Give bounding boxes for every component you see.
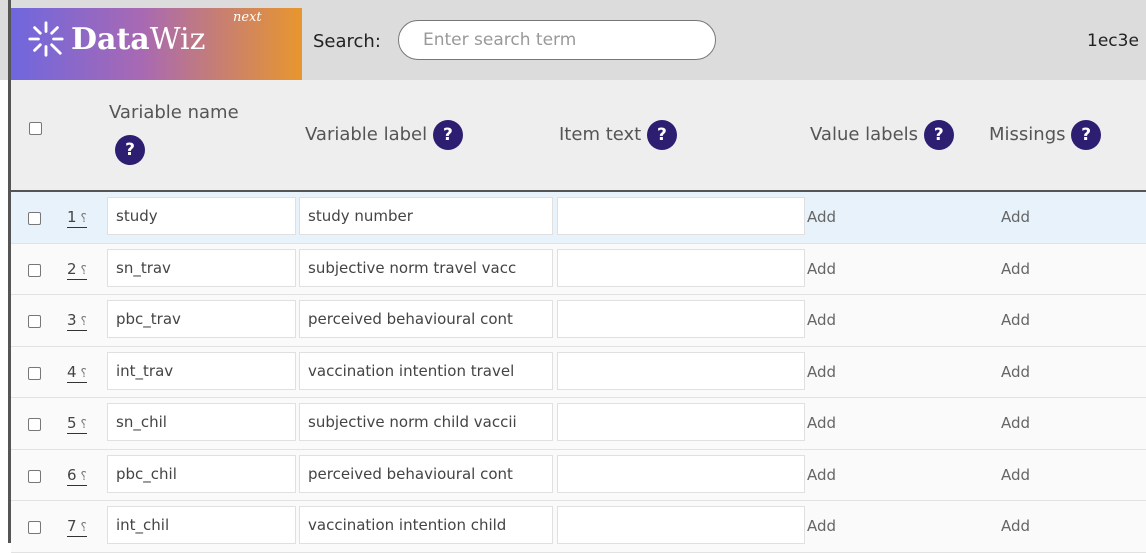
- item-text-input[interactable]: [557, 248, 805, 287]
- row-number[interactable]: 2 ⸮: [67, 261, 87, 280]
- table-row[interactable]: 5⸮ Add Add: [11, 398, 1146, 450]
- table-header: Variable name ? Variable label ? Item te…: [11, 80, 1146, 192]
- variables-table-body: 1⸮ Add Add 2⸮ Add Add 3⸮ Add Add 4⸮ Add …: [11, 192, 1146, 553]
- add-value-labels-link[interactable]: Add: [807, 414, 836, 432]
- item-text-input[interactable]: [557, 197, 805, 235]
- search-input[interactable]: [398, 20, 716, 60]
- search-label: Search:: [313, 31, 381, 52]
- row-checkbox[interactable]: [28, 521, 41, 534]
- row-number[interactable]: 7 ⸮: [67, 518, 87, 537]
- row-checkbox[interactable]: [28, 469, 41, 483]
- row-number[interactable]: 5 ⸮: [67, 415, 87, 434]
- header-value-labels-text: Value labels: [810, 124, 919, 145]
- variable-label-input[interactable]: [299, 454, 553, 493]
- variable-name-input[interactable]: [107, 454, 296, 493]
- table-row[interactable]: 4⸮ Add Add: [11, 346, 1146, 398]
- variable-name-input[interactable]: [107, 351, 296, 390]
- row-checkbox[interactable]: [28, 212, 41, 225]
- move-icon: ⸮: [80, 211, 87, 225]
- add-value-labels-link[interactable]: Add: [807, 363, 836, 381]
- add-value-labels-link[interactable]: Add: [807, 311, 836, 329]
- header-variable-label: Variable label ?: [305, 120, 463, 150]
- table-row[interactable]: 2⸮ Add Add: [11, 243, 1146, 295]
- help-icon[interactable]: ?: [923, 120, 954, 150]
- add-value-labels-link[interactable]: Add: [807, 466, 836, 484]
- item-text-input[interactable]: [557, 506, 805, 544]
- header-missings-text: Missings: [989, 124, 1066, 145]
- move-icon: ⸮: [80, 468, 87, 483]
- window-left-edge: [8, 0, 11, 543]
- dataset-id: 1ec3e: [1087, 31, 1139, 51]
- item-text-input[interactable]: [557, 403, 805, 441]
- add-value-labels-link[interactable]: Add: [807, 260, 836, 278]
- header-missings: Missings ?: [989, 120, 1102, 150]
- row-number[interactable]: 3 ⸮: [67, 312, 87, 331]
- row-number[interactable]: 6 ⸮: [67, 467, 87, 486]
- header-variable-name: Variable name: [109, 102, 239, 123]
- row-checkbox[interactable]: [28, 366, 41, 380]
- row-checkbox[interactable]: [28, 418, 41, 431]
- add-missings-link[interactable]: Add: [1001, 311, 1030, 329]
- help-icon[interactable]: ?: [432, 120, 463, 150]
- row-number-value: 4: [67, 362, 77, 381]
- variable-label-input[interactable]: [299, 351, 553, 390]
- header-item-text: Item text ?: [559, 120, 677, 150]
- logo-next-tag: next: [233, 10, 262, 25]
- row-number-value: 6: [67, 465, 77, 484]
- header-value-labels: Value labels ?: [810, 120, 954, 150]
- variable-name-input[interactable]: [107, 300, 296, 338]
- variable-label-input[interactable]: [299, 197, 553, 235]
- item-text-input[interactable]: [557, 454, 805, 493]
- add-missings-link[interactable]: Add: [1001, 414, 1030, 432]
- variable-label-input[interactable]: [299, 300, 553, 338]
- add-missings-link[interactable]: Add: [1001, 466, 1030, 484]
- row-number[interactable]: 1 ⸮: [67, 209, 87, 228]
- row-number-value: 3: [67, 311, 77, 329]
- move-icon: ⸮: [80, 262, 87, 277]
- item-text-input[interactable]: [557, 300, 805, 338]
- table-row[interactable]: 3⸮ Add Add: [11, 295, 1146, 347]
- row-number[interactable]: 4 ⸮: [67, 364, 87, 383]
- row-number-value: 1: [67, 208, 77, 226]
- move-icon: ⸮: [80, 314, 87, 328]
- row-number-value: 7: [67, 517, 77, 535]
- variable-label-input[interactable]: [299, 403, 553, 441]
- row-checkbox[interactable]: [28, 315, 41, 328]
- row-number-value: 2: [67, 259, 77, 278]
- help-icon[interactable]: ?: [1071, 120, 1102, 150]
- table-row[interactable]: 6⸮ Add Add: [11, 449, 1146, 501]
- move-icon: ⸮: [80, 365, 87, 380]
- add-missings-link[interactable]: Add: [1001, 260, 1030, 278]
- datawiz-logo[interactable]: DataWiz next: [11, 8, 302, 80]
- add-missings-link[interactable]: Add: [1001, 517, 1030, 535]
- add-value-labels-link[interactable]: Add: [807, 208, 836, 226]
- logo-text-bold: Data: [71, 22, 150, 57]
- select-all-checkbox[interactable]: [29, 122, 42, 135]
- row-number-value: 5: [67, 414, 77, 432]
- add-missings-link[interactable]: Add: [1001, 363, 1030, 381]
- logo-text-rest: Wiz: [149, 22, 206, 57]
- add-value-labels-link[interactable]: Add: [807, 517, 836, 535]
- header-item-text-label: Item text: [559, 124, 642, 145]
- add-missings-link[interactable]: Add: [1001, 208, 1030, 226]
- move-icon: ⸮: [80, 417, 87, 431]
- variable-label-input[interactable]: [299, 248, 553, 287]
- table-row[interactable]: 7⸮ Add Add: [11, 501, 1146, 553]
- move-icon: ⸮: [80, 520, 87, 534]
- variable-name-input[interactable]: [107, 506, 296, 544]
- variable-label-input[interactable]: [299, 506, 553, 544]
- help-icon[interactable]: ?: [646, 120, 677, 150]
- variable-name-input[interactable]: [107, 403, 296, 441]
- item-text-input[interactable]: [557, 351, 805, 390]
- help-icon[interactable]: ?: [115, 135, 145, 165]
- variable-name-input[interactable]: [107, 197, 296, 235]
- table-row[interactable]: 1⸮ Add Add: [11, 192, 1146, 244]
- logo-text: DataWiz: [71, 22, 205, 57]
- wand-sparkle-icon: [28, 21, 64, 57]
- header-variable-name-label: Variable name: [109, 102, 239, 123]
- row-checkbox[interactable]: [28, 263, 41, 277]
- header-variable-label-text: Variable label: [305, 124, 428, 145]
- variable-name-input[interactable]: [107, 248, 296, 287]
